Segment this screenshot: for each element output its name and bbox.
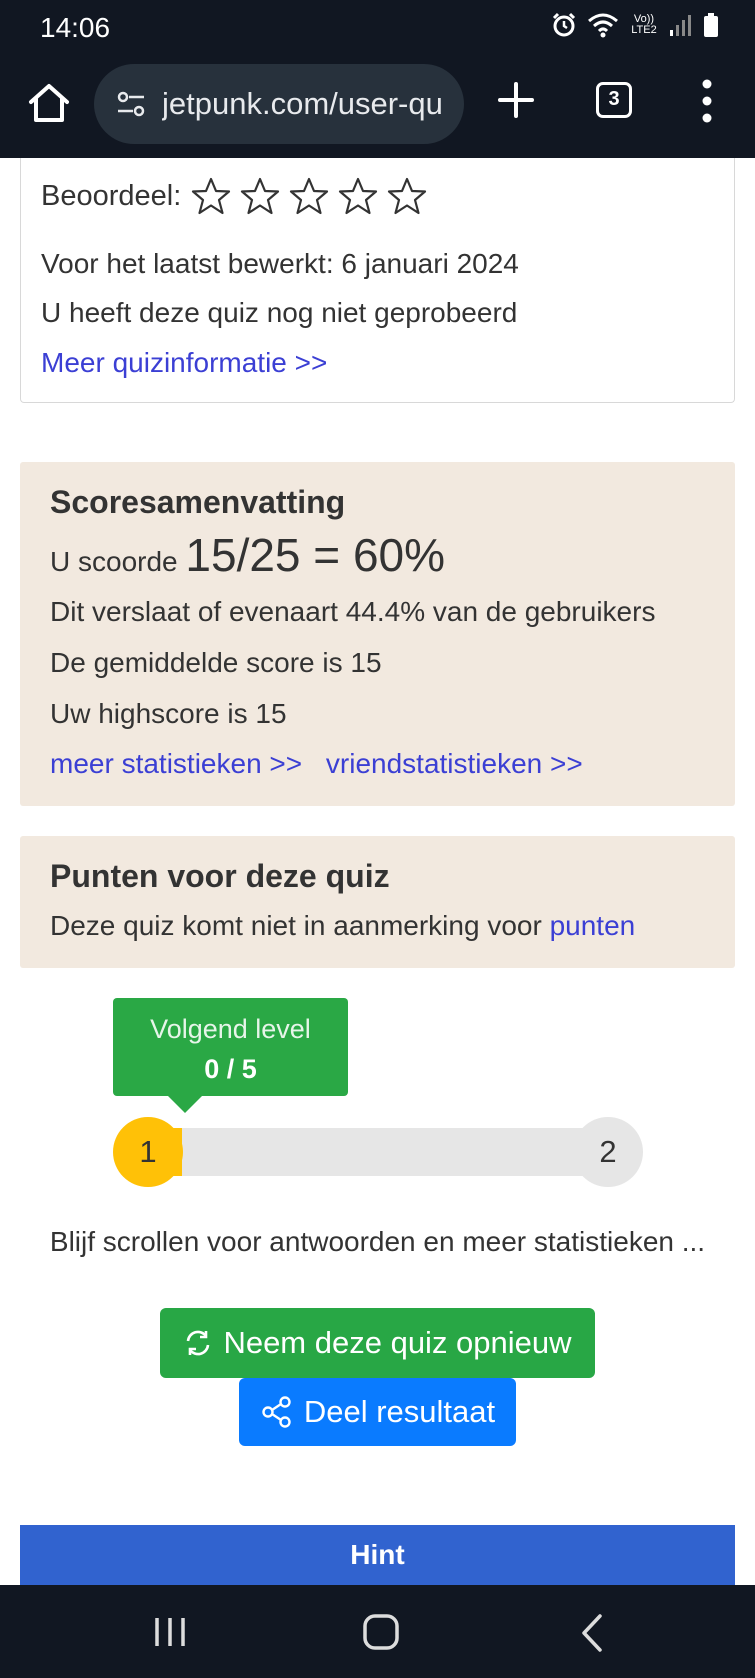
points-title: Punten voor deze quiz <box>50 858 390 894</box>
alarm-icon <box>552 12 576 37</box>
average-score-text: De gemiddelde score is 15 <box>50 647 382 678</box>
nav-back-icon[interactable] <box>578 1613 606 1653</box>
points-text-line: Deze quiz komt niet in aanmerking voor p… <box>50 910 635 942</box>
recent-apps-icon[interactable] <box>152 1615 188 1649</box>
next-level-tooltip: Volgend level 0 / 5 <box>113 998 348 1096</box>
browser-toolbar: jetpunk.com/user-qu 3 <box>0 56 755 158</box>
points-text: Deze quiz komt niet in aanmerking voor <box>50 910 542 941</box>
address-bar[interactable]: jetpunk.com/user-qu <box>94 64 464 144</box>
attempt-status-text: U heeft deze quiz nog niet geprobeerd <box>41 297 518 328</box>
share-result-button[interactable]: Deel resultaat <box>239 1378 516 1446</box>
beat-percentage-text: Dit verslaat of evenaart 44.4% van de ge… <box>50 596 656 627</box>
score-summary-title: Scoresamenvatting <box>50 484 346 520</box>
score-value: 15/25 = 60% <box>185 529 446 581</box>
star-outline-icon[interactable] <box>387 176 427 216</box>
score-summary-panel: Scoresamenvatting U scoorde 15/25 = 60% … <box>20 462 735 806</box>
star-outline-icon[interactable] <box>191 176 231 216</box>
current-level-badge: 1 <box>113 1117 183 1187</box>
nav-home-icon[interactable] <box>362 1613 400 1651</box>
next-level-progress: 0 / 5 <box>204 1054 257 1084</box>
tooltip-arrow <box>167 1095 203 1113</box>
home-icon[interactable] <box>24 78 74 128</box>
last-edited-text: Voor het laatst bewerkt: 6 januari 2024 <box>41 248 519 279</box>
battery-icon <box>704 13 718 37</box>
signal-icon <box>670 15 691 36</box>
status-bar: 14:06 Vo)) LTE2 <box>0 0 755 56</box>
points-panel: Punten voor deze quiz Deze quiz komt nie… <box>20 836 735 968</box>
wifi-icon <box>588 13 618 38</box>
more-quiz-info-link[interactable]: Meer quizinformatie >> <box>41 347 327 379</box>
star-outline-icon[interactable] <box>240 176 280 216</box>
star-outline-icon[interactable] <box>338 176 378 216</box>
share-result-label: Deel resultaat <box>303 1394 496 1429</box>
hint-button[interactable]: Hint <box>20 1525 735 1585</box>
score-prefix: U scoorde <box>50 546 178 577</box>
quiz-info-card: Beoordeel: Voor het laatst bewerkt: 6 ja… <box>20 158 735 403</box>
more-stats-link[interactable]: meer statistieken >> <box>50 748 302 779</box>
highscore-text: Uw highscore is 15 <box>50 698 287 729</box>
status-time: 14:06 <box>40 12 111 43</box>
points-link[interactable]: punten <box>550 910 636 941</box>
network-type-label: Vo)) LTE2 <box>631 13 657 36</box>
url-text[interactable]: jetpunk.com/user-qu <box>162 86 454 122</box>
score-line: U scoorde 15/25 = 60% <box>50 528 445 582</box>
star-outline-icon[interactable] <box>289 176 329 216</box>
plus-icon[interactable] <box>496 80 536 120</box>
tabs-button[interactable]: 3 <box>596 82 632 118</box>
next-level-badge: 2 <box>573 1117 643 1187</box>
level-progress-track <box>148 1128 608 1176</box>
rating-row: Beoordeel: <box>41 176 436 216</box>
share-icon <box>262 1396 291 1428</box>
tune-icon[interactable] <box>114 87 148 121</box>
status-icons: Vo)) LTE2 <box>551 12 719 38</box>
system-nav-bar <box>0 1585 755 1678</box>
stats-links: meer statistieken >> vriendstatistieken … <box>50 748 583 780</box>
friend-stats-link[interactable]: vriendstatistieken >> <box>326 748 583 779</box>
scroll-note: Blijf scrollen voor antwoorden en meer s… <box>49 1226 706 1257</box>
retake-quiz-label: Neem deze quiz opnieuw <box>223 1325 572 1360</box>
more-vert-icon[interactable] <box>700 78 714 124</box>
retake-quiz-button[interactable]: Neem deze quiz opnieuw <box>160 1308 595 1378</box>
refresh-icon <box>187 1330 210 1356</box>
rating-label: Beoordeel: <box>41 179 182 212</box>
next-level-label: Volgend level <box>150 1014 311 1044</box>
